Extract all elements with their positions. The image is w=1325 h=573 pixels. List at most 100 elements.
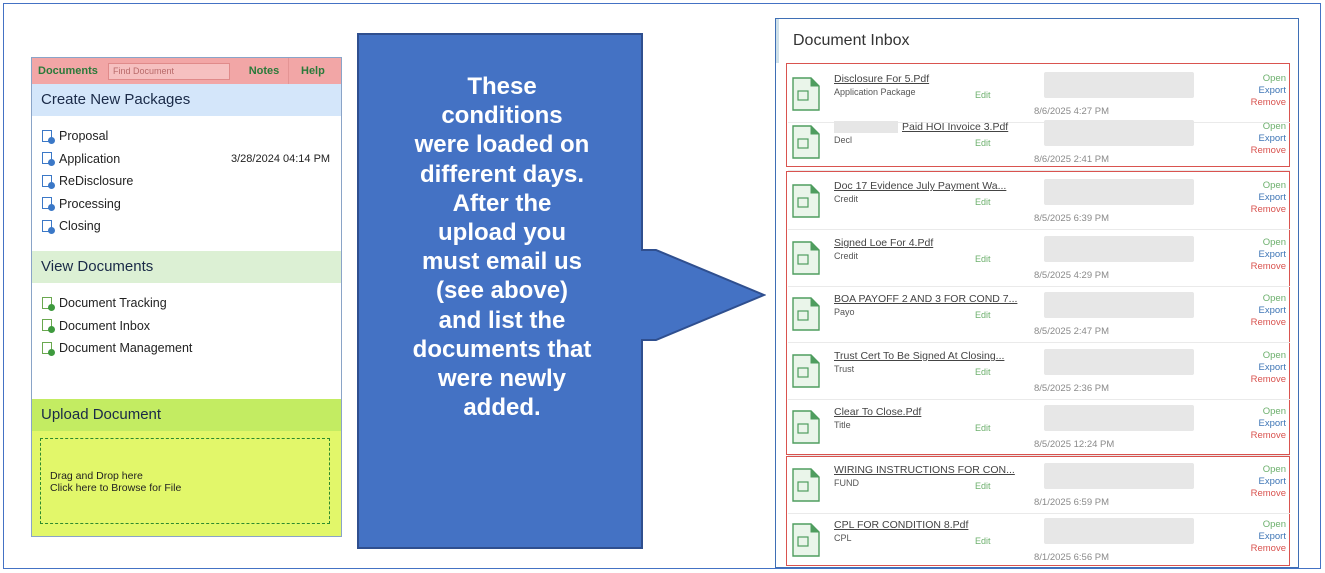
edit-link[interactable]: Edit (975, 138, 991, 148)
open-link[interactable]: Open (1251, 350, 1286, 362)
inbox-row[interactable]: WIRING INSTRUCTIONS FOR CON... FUND Edit 8/… (788, 458, 1290, 514)
document-file-icon (792, 184, 820, 218)
inbox-row[interactable]: Paid HOI Invoice 3.Pdf Decl Edit 8/6/2025 2… (788, 115, 1290, 171)
remove-link[interactable]: Remove (1251, 317, 1286, 329)
document-name-link[interactable]: BOA PAYOFF 2 AND 3 FOR COND 7... (834, 293, 1017, 305)
document-file-icon (792, 241, 820, 275)
document-type: Payo (834, 307, 855, 317)
document-name-link[interactable]: Trust Cert To Be Signed At Closing... (834, 350, 1004, 362)
export-link[interactable]: Export (1251, 531, 1286, 543)
package-item-closing[interactable]: Closing (42, 215, 341, 238)
add-document-icon (42, 129, 55, 144)
documents-panel: Documents Find Document Notes Help Creat… (31, 57, 342, 537)
document-actions: Open Export Remove (1251, 237, 1286, 273)
edit-link[interactable]: Edit (975, 423, 991, 433)
callout-line: upload you (438, 219, 566, 247)
redacted-field (1044, 72, 1194, 98)
document-type: Decl (834, 135, 853, 145)
open-link[interactable]: Open (1251, 406, 1286, 418)
package-item-application[interactable]: Application 3/28/2024 04:14 PM (42, 148, 341, 171)
package-item-proposal[interactable]: Proposal (42, 125, 341, 148)
export-link[interactable]: Export (1251, 192, 1286, 204)
export-link[interactable]: Export (1251, 85, 1286, 97)
document-name-text: Trust Cert To Be Signed At Closing... (834, 350, 1005, 362)
open-link[interactable]: Open (1251, 121, 1286, 133)
document-date: 8/1/2025 6:59 PM (1034, 497, 1109, 508)
view-document-icon (42, 319, 55, 334)
inbox-row[interactable]: Signed Loe For 4.Pdf Credit Edit 8/5/2025 4… (788, 231, 1290, 287)
redacted-field (1044, 179, 1194, 205)
edit-link[interactable]: Edit (975, 481, 991, 491)
remove-link[interactable]: Remove (1251, 488, 1286, 500)
document-actions: Open Export Remove (1251, 180, 1286, 216)
view-item-document-inbox[interactable]: Document Inbox (42, 315, 341, 338)
view-item-document-tracking[interactable]: Document Tracking (42, 292, 341, 315)
help-tab[interactable]: Help (301, 65, 325, 77)
open-link[interactable]: Open (1251, 519, 1286, 531)
create-packages-list: Proposal Application 3/28/2024 04:14 PM … (32, 116, 341, 251)
document-file-icon (792, 77, 820, 111)
remove-link[interactable]: Remove (1251, 97, 1286, 109)
callout-line: added. (463, 394, 541, 422)
inbox-row[interactable]: Trust Cert To Be Signed At Closing... Tru… (788, 344, 1290, 400)
redacted-field (1044, 405, 1194, 431)
remove-link[interactable]: Remove (1251, 543, 1286, 555)
document-actions: Open Export Remove (1251, 73, 1286, 109)
edit-link[interactable]: Edit (975, 536, 991, 546)
document-name-link[interactable]: CPL FOR CONDITION 8.Pdf (834, 519, 968, 531)
view-item-document-management[interactable]: Document Management (42, 337, 341, 360)
package-item-redisclosure[interactable]: ReDisclosure (42, 170, 341, 193)
browse-file-link[interactable]: Click here to Browse for File (41, 482, 329, 494)
document-name-link[interactable]: Signed Loe For 4.Pdf (834, 237, 933, 249)
remove-link[interactable]: Remove (1251, 430, 1286, 442)
export-link[interactable]: Export (1251, 362, 1286, 374)
document-name-link[interactable]: WIRING INSTRUCTIONS FOR CON... (834, 464, 1015, 476)
document-file-icon (792, 354, 820, 388)
redacted-field (1044, 120, 1194, 146)
view-documents-list: Document Tracking Document Inbox Documen… (32, 283, 341, 360)
inbox-row[interactable]: BOA PAYOFF 2 AND 3 FOR COND 7... Payo Edit… (788, 287, 1290, 343)
remove-link[interactable]: Remove (1251, 374, 1286, 386)
document-name-link[interactable]: Disclosure For 5.Pdf (834, 73, 929, 85)
export-link[interactable]: Export (1251, 133, 1286, 145)
upload-dropzone[interactable]: Drag and Drop here Click here to Browse … (40, 438, 330, 524)
edit-link[interactable]: Edit (975, 310, 991, 320)
add-document-icon (42, 174, 55, 189)
redacted-name-prefix (834, 121, 898, 134)
inbox-row[interactable]: CPL FOR CONDITION 8.Pdf CPL Edit 8/1/2025 6… (788, 513, 1290, 567)
edit-link[interactable]: Edit (975, 90, 991, 100)
package-label: Proposal (59, 129, 109, 144)
remove-link[interactable]: Remove (1251, 204, 1286, 216)
document-name-link[interactable]: Doc 17 Evidence July Payment Wa... (834, 180, 1006, 192)
inbox-row[interactable]: Doc 17 Evidence July Payment Wa... Credit… (788, 174, 1290, 230)
inbox-title: Document Inbox (776, 19, 1298, 63)
edit-link[interactable]: Edit (975, 197, 991, 207)
package-item-processing[interactable]: Processing (42, 193, 341, 216)
document-file-icon (792, 410, 820, 444)
documents-tab[interactable]: Documents (32, 65, 108, 77)
remove-link[interactable]: Remove (1251, 261, 1286, 273)
document-name-link[interactable]: Paid HOI Invoice 3.Pdf (834, 121, 1009, 134)
remove-link[interactable]: Remove (1251, 145, 1286, 157)
document-date: 8/5/2025 2:36 PM (1034, 383, 1109, 394)
document-name-text: Paid HOI Invoice 3.Pdf (902, 121, 1009, 133)
document-type: Credit (834, 194, 859, 204)
open-link[interactable]: Open (1251, 180, 1286, 192)
export-link[interactable]: Export (1251, 418, 1286, 430)
inbox-row[interactable]: Clear To Close.Pdf Title Edit 8/5/2025 12:2… (788, 400, 1290, 456)
edit-link[interactable]: Edit (975, 367, 991, 377)
open-link[interactable]: Open (1251, 464, 1286, 476)
open-link[interactable]: Open (1251, 73, 1286, 85)
notes-tab[interactable]: Notes (244, 65, 284, 77)
document-date: 8/5/2025 6:39 PM (1034, 213, 1109, 224)
document-name-link[interactable]: Clear To Close.Pdf (834, 406, 921, 418)
open-link[interactable]: Open (1251, 293, 1286, 305)
export-link[interactable]: Export (1251, 249, 1286, 261)
edit-link[interactable]: Edit (975, 254, 991, 264)
export-link[interactable]: Export (1251, 476, 1286, 488)
document-actions: Open Export Remove (1251, 350, 1286, 386)
create-packages-title: Create New Packages (32, 84, 341, 116)
open-link[interactable]: Open (1251, 237, 1286, 249)
export-link[interactable]: Export (1251, 305, 1286, 317)
find-document-input[interactable]: Find Document (108, 62, 230, 80)
